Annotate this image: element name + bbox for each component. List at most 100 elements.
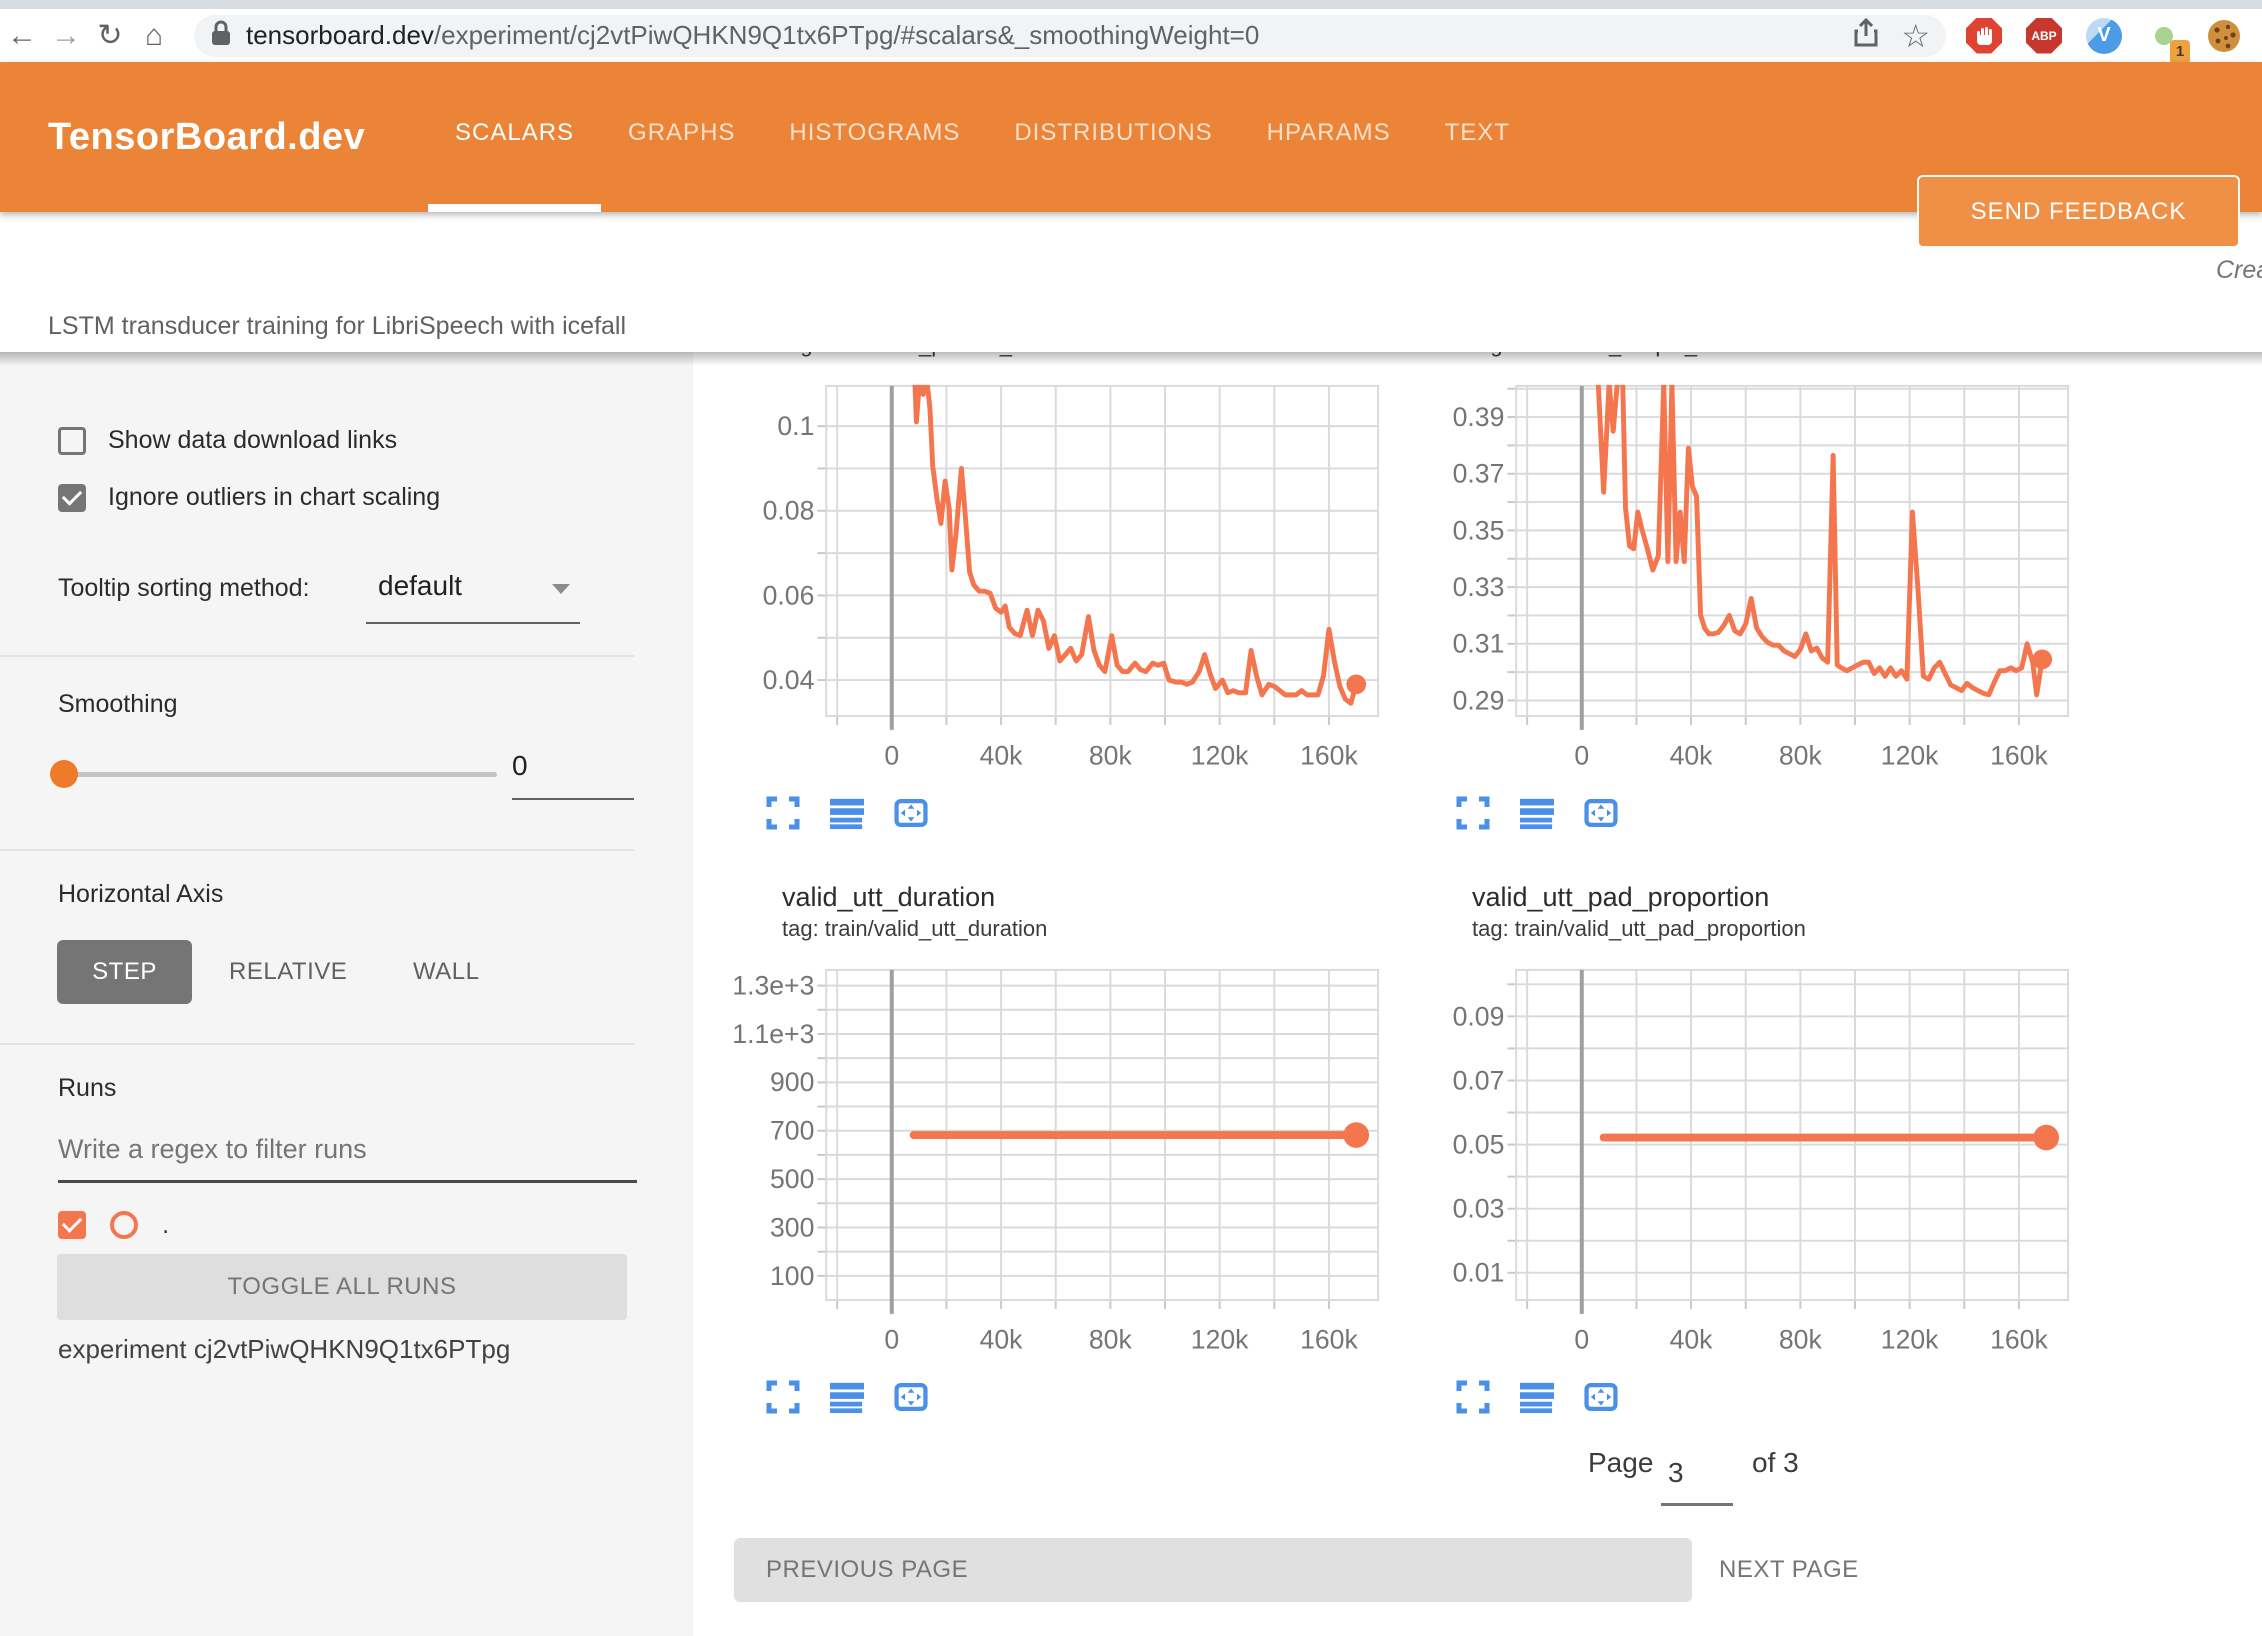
svg-text:1.1e+3: 1.1e+3 [732,1019,814,1049]
blocker-hand-icon[interactable] [1966,18,2002,54]
svg-text:900: 900 [770,1067,814,1097]
chart-canvas[interactable]: 1003005007009001.1e+31.3e+3040k80k120k16… [700,962,1390,1371]
fit-domain-icon[interactable] [894,796,928,830]
page-input-underline [1661,1503,1733,1506]
app-logo[interactable]: TensorBoard.dev [48,62,365,212]
tab-graphs[interactable]: GRAPHS [601,62,762,212]
reload-icon[interactable]: ↻ [88,18,132,53]
runs-filter-input[interactable] [58,1134,628,1165]
back-icon[interactable]: ← [0,19,44,53]
svg-text:160k: 160k [1300,1324,1358,1354]
chart-toolbar [700,1371,1390,1423]
svg-text:0.39: 0.39 [1453,402,1505,432]
chart-tag: tag: train/valid_pruned_loss [700,352,1390,360]
runs-menu-icon[interactable] [1520,1380,1554,1414]
v-extension-icon[interactable]: V [2086,18,2122,54]
svg-text:0: 0 [884,1324,899,1354]
fit-domain-icon[interactable] [1584,1380,1618,1414]
svg-text:100: 100 [770,1261,814,1291]
ignore-outliers-checkbox[interactable] [58,484,86,512]
previous-page-button[interactable]: PREVIOUS PAGE [734,1538,1692,1602]
chart-tag: tag: train/valid_utt_pad_proportion [1390,914,2080,944]
svg-text:300: 300 [770,1212,814,1242]
smoothing-label: Smoothing [58,690,178,719]
pagination: Page of 3 [693,1447,2262,1507]
send-feedback-button[interactable]: SEND FEEDBACK [1917,175,2240,248]
abp-icon[interactable]: ABP [2026,18,2062,54]
svg-text:120k: 120k [1881,740,1939,770]
url-domain: tensorboard.dev [246,20,434,50]
svg-text:80k: 80k [1089,1324,1133,1354]
next-page-button[interactable]: NEXT PAGE [1719,1538,1859,1602]
axis-wall-button[interactable]: WALL [413,940,479,1004]
home-icon[interactable]: ⌂ [132,19,176,53]
svg-text:0.07: 0.07 [1453,1065,1505,1095]
svg-text:160k: 160k [1990,1324,2048,1354]
svg-text:0.05: 0.05 [1453,1129,1505,1159]
page-number-input[interactable] [1668,1457,1730,1489]
tab-hparams[interactable]: HPARAMS [1240,62,1418,212]
runs-menu-icon[interactable] [830,1380,864,1414]
chevron-down-icon [552,584,570,594]
ignore-outliers-row: Ignore outliers in chart scaling [58,483,440,512]
smoothing-row: Smoothing [58,690,178,719]
svg-text:0.04: 0.04 [763,665,815,695]
svg-text:0.08: 0.08 [763,496,815,526]
tab-scalars[interactable]: SCALARS [428,62,601,212]
smoothing-value-underline [512,798,634,800]
lock-icon[interactable] [210,19,232,52]
smoothing-slider-knob[interactable] [50,760,78,788]
runs-menu-icon[interactable] [830,796,864,830]
privacy-extension-icon[interactable]: 1 [2146,18,2182,54]
svg-text:0.29: 0.29 [1453,685,1505,715]
expand-icon[interactable] [1456,796,1490,830]
svg-text:0: 0 [1574,740,1589,770]
svg-text:0.35: 0.35 [1453,515,1505,545]
axis-step-button[interactable]: STEP [57,940,192,1004]
divider [0,849,634,851]
bookmark-star-icon[interactable]: ☆ [1901,17,1930,55]
url-text[interactable]: tensorboard.dev/experiment/cj2vtPiwQHKN9… [246,20,1831,51]
expand-icon[interactable] [1456,1380,1490,1414]
svg-text:500: 500 [770,1164,814,1194]
tooltip-sorting-row: Tooltip sorting method: [58,574,310,603]
runs-menu-icon[interactable] [1520,796,1554,830]
page-label: Page [1588,1447,1653,1479]
chart-canvas[interactable]: 0.040.060.080.1040k80k120k160k [700,378,1390,787]
share-icon[interactable] [1853,18,1879,53]
cookie-icon[interactable] [2206,18,2242,54]
smoothing-value-input[interactable] [512,750,632,782]
smoothing-slider-track[interactable] [62,772,497,777]
settings-sidebar: Show data download links Ignore outliers… [0,352,693,1636]
axis-relative-button[interactable]: RELATIVE [229,940,347,1004]
svg-text:0.37: 0.37 [1453,459,1505,489]
chart-canvas[interactable]: 0.010.030.050.070.09040k80k120k160k [1390,962,2080,1371]
show-download-checkbox[interactable] [58,427,86,455]
tab-text[interactable]: TEXT [1418,62,1537,212]
address-bar[interactable]: tensorboard.dev/experiment/cj2vtPiwQHKN9… [194,15,1946,57]
svg-text:40k: 40k [980,1324,1024,1354]
svg-text:160k: 160k [1990,740,2048,770]
fit-domain-icon[interactable] [1584,796,1618,830]
run-checkbox[interactable] [58,1211,86,1239]
expand-icon[interactable] [766,1380,800,1414]
extension-badge: 1 [2170,40,2190,64]
toggle-all-runs-button[interactable]: TOGGLE ALL RUNS [57,1254,627,1320]
fit-domain-icon[interactable] [894,1380,928,1414]
svg-text:0.1: 0.1 [777,411,814,441]
horizontal-axis-row: Horizontal Axis [58,880,223,909]
divider [0,1043,634,1045]
forward-icon[interactable]: → [44,19,88,53]
tab-distributions[interactable]: DISTRIBUTIONS [987,62,1239,212]
chart-toolbar [1390,1371,2080,1423]
page-of-label: of 3 [1752,1447,1799,1479]
app-header: TensorBoard.dev SCALARS GRAPHS HISTOGRAM… [0,62,2262,212]
tab-histograms[interactable]: HISTOGRAMS [762,62,987,212]
expand-icon[interactable] [766,796,800,830]
url-path: /experiment/cj2vtPiwQHKN9Q1tx6PTpg/#scal… [434,20,1259,50]
browser-toolbar: ← → ↻ ⌂ tensorboard.dev/experiment/cj2vt… [0,9,2262,62]
chart-title: valid_utt_pad_proportion [1390,880,2080,914]
tooltip-sorting-select[interactable]: default [378,570,462,602]
chart-canvas[interactable]: 0.290.310.330.350.370.39040k80k120k160k [1390,378,2080,787]
svg-text:0.03: 0.03 [1453,1194,1505,1224]
